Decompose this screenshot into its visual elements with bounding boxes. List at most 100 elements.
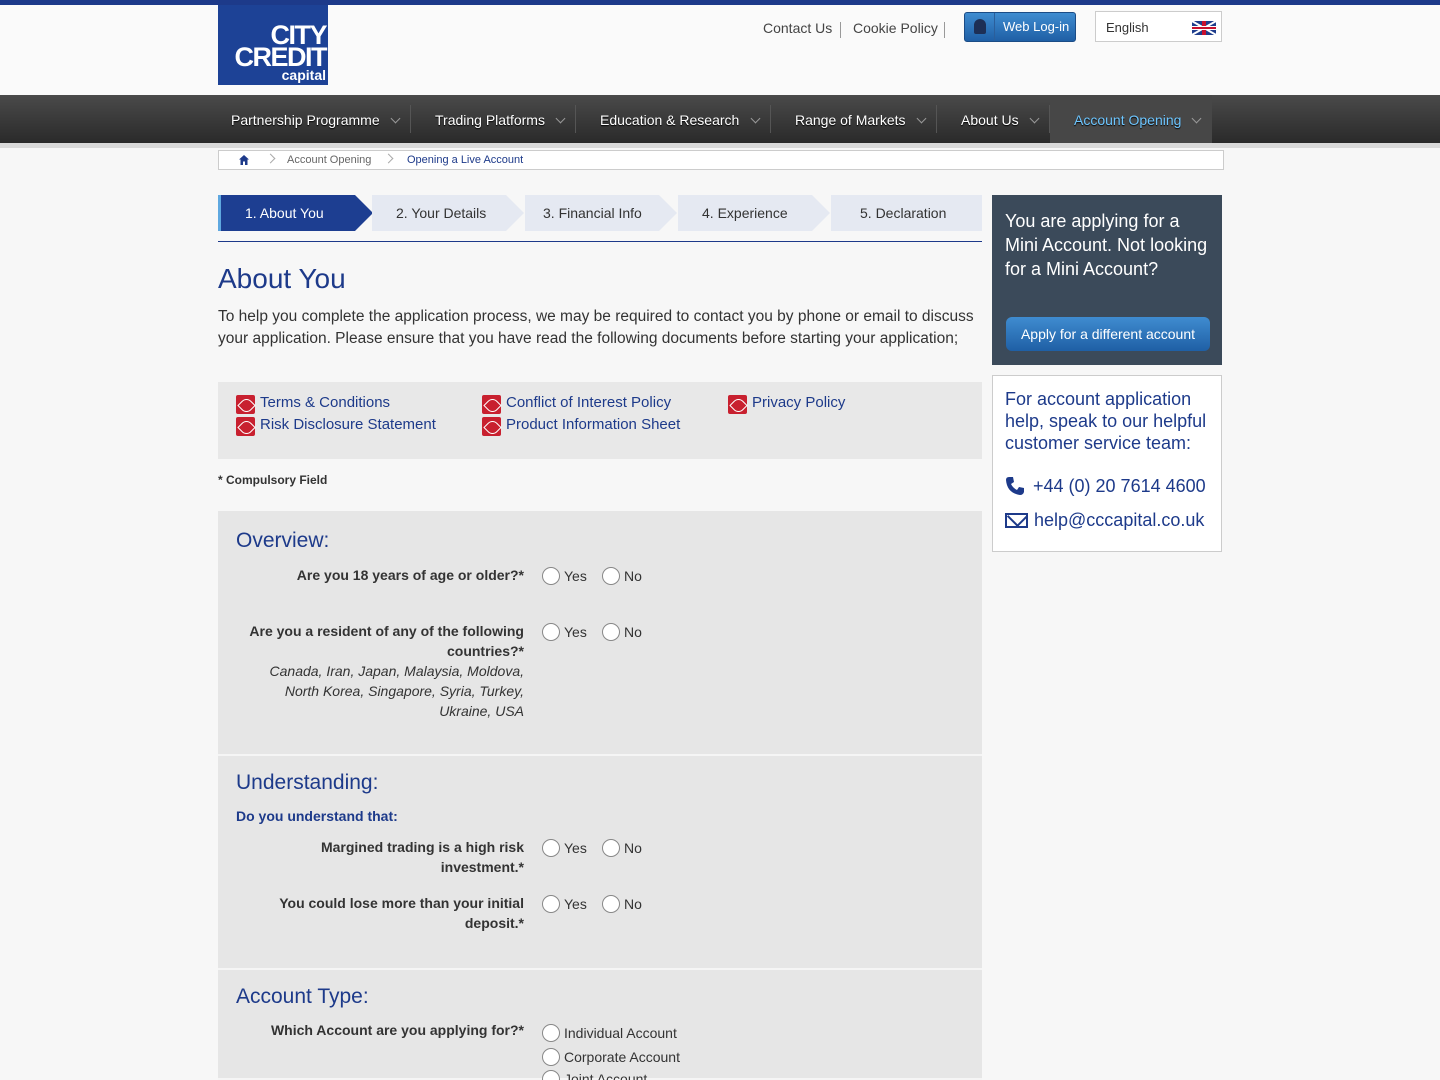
nav-trading-platforms[interactable]: Trading Platforms [411,95,576,143]
compulsory-field-note: * Compulsory Field [218,473,328,487]
city-credit-capital-logo[interactable]: CITY CREDIT capital [218,5,328,85]
residency-no-radio[interactable] [602,623,620,641]
high-risk-yes-radio[interactable] [542,839,560,857]
overview-section: Overview: Are you 18 years of age or old… [218,511,982,756]
chevron-right-icon [265,153,276,164]
chevron-down-icon [1029,113,1040,124]
radio-label: No [624,568,642,584]
pdf-icon [236,395,255,414]
step-financial-info[interactable]: 3. Financial Info [525,195,677,231]
radio-label: Joint Account [564,1071,648,1080]
application-steps: 1. About You 2. Your Details 3. Financia… [218,195,982,242]
help-contact-box: For account application help, speak to o… [992,375,1222,552]
chevron-down-icon [1191,113,1202,124]
pdf-icon [482,395,501,414]
nav-label: Trading Platforms [435,112,545,128]
section-heading: Understanding: [236,771,379,794]
breadcrumb-current: Opening a Live Account [407,154,524,166]
age-no-radio[interactable] [602,567,620,585]
breadcrumb: Account Opening Opening a Live Account [218,150,1224,170]
chevron-down-icon [916,113,927,124]
question-age: Are you 18 years of age or older?* [296,567,524,583]
doc-label: Risk Disclosure Statement [260,416,436,433]
joint-account-radio[interactable] [542,1070,560,1080]
step-experience[interactable]: 4. Experience [678,195,830,231]
question-lose-deposit: You could lose more than your initial de… [279,895,524,931]
radio-label: Corporate Account [564,1049,680,1065]
corporate-account-radio[interactable] [542,1048,560,1066]
nav-education-research[interactable]: Education & Research [576,95,771,143]
radio-label: No [624,840,642,856]
step-label: 1. About You [245,205,324,221]
language-selector[interactable]: English [1095,11,1222,42]
section-subheading: Do you understand that: [236,808,398,824]
apply-different-account-button[interactable]: Apply for a different account [1006,317,1210,351]
step-label: 2. Your Details [396,205,487,221]
question-text: Are you a resident of any of the followi… [249,623,524,659]
breadcrumb-account-opening[interactable]: Account Opening [287,154,371,166]
step-label: 5. Declaration [860,205,947,221]
countries-note: Canada, Iran, Japan, Malaysia, Moldova, … [269,663,524,719]
contact-us-link[interactable]: Contact Us [763,20,832,36]
step-label: 4. Experience [702,205,788,221]
question-high-risk: Margined trading is a high risk investme… [320,839,524,875]
nav-underbar [0,143,1440,148]
logo-line-3: capital [281,67,326,83]
doc-label: Privacy Policy [752,394,846,411]
doc-label: Product Information Sheet [506,416,681,433]
mini-account-notice: You are applying for a Mini Account. Not… [992,195,1222,365]
uk-flag-icon [1192,21,1216,35]
logo-line-2: CREDIT [234,42,328,72]
radio-label: Individual Account [564,1025,677,1041]
pdf-icon [236,417,255,436]
pdf-icon [728,395,747,414]
cookie-policy-link[interactable]: Cookie Policy [853,20,938,36]
step-your-details[interactable]: 2. Your Details [372,195,524,231]
doc-label: Conflict of Interest Policy [506,394,672,411]
nav-account-opening[interactable]: Account Opening [1050,95,1212,143]
site-header: CITY CREDIT capital Contact Us Cookie Po… [0,5,1440,95]
documents-box: Terms & Conditions Risk Disclosure State… [218,382,982,459]
radio-label: Yes [564,896,587,912]
phone-icon [1006,477,1024,495]
user-icon [965,13,995,41]
applying-text: You are applying for a Mini Account. Not… [1005,211,1208,279]
individual-account-radio[interactable] [542,1024,560,1042]
language-label: English [1106,20,1149,35]
lose-deposit-yes-radio[interactable] [542,895,560,913]
home-icon[interactable] [219,151,264,169]
section-heading: Overview: [236,529,330,552]
age-yes-radio[interactable] [542,567,560,585]
doc-label: Terms & Conditions [260,394,391,411]
web-login-button[interactable]: Web Log-in [964,12,1076,42]
step-declaration[interactable]: 5. Declaration [831,195,982,231]
lose-deposit-no-radio[interactable] [602,895,620,913]
step-about-you[interactable]: 1. About You [218,195,373,231]
radio-label: Yes [564,840,587,856]
account-type-section: Account Type: Which Account are you appl… [218,970,982,1080]
question-account-type: Which Account are you applying for?* [270,1022,524,1038]
intro-text: To help you complete the application pro… [218,308,974,347]
radio-label: No [624,896,642,912]
link-divider [840,22,841,38]
phone-label: +44 (0) 20 7614 4600 [1033,476,1206,496]
pdf-icon [482,417,501,436]
link-divider [944,22,945,38]
nav-range-of-markets[interactable]: Range of Markets [771,95,937,143]
nav-label: Account Opening [1074,112,1182,128]
high-risk-no-radio[interactable] [602,839,620,857]
nav-partnership-programme[interactable]: Partnership Programme [218,95,411,143]
nav-label: Range of Markets [795,112,906,128]
email-label: help@cccapital.co.uk [1034,510,1205,530]
web-login-label: Web Log-in [1003,19,1070,34]
section-heading: Account Type: [236,985,369,1008]
radio-label: Yes [564,624,587,640]
mail-icon [1005,513,1028,528]
residency-yes-radio[interactable] [542,623,560,641]
chevron-down-icon [555,113,566,124]
main-navigation: Partnership Programme Trading Platforms … [0,95,1440,143]
nav-about-us[interactable]: About Us [937,95,1050,143]
page-title: About You [218,263,346,294]
radio-label: No [624,624,642,640]
help-text: For account application help, speak to o… [1005,389,1207,453]
